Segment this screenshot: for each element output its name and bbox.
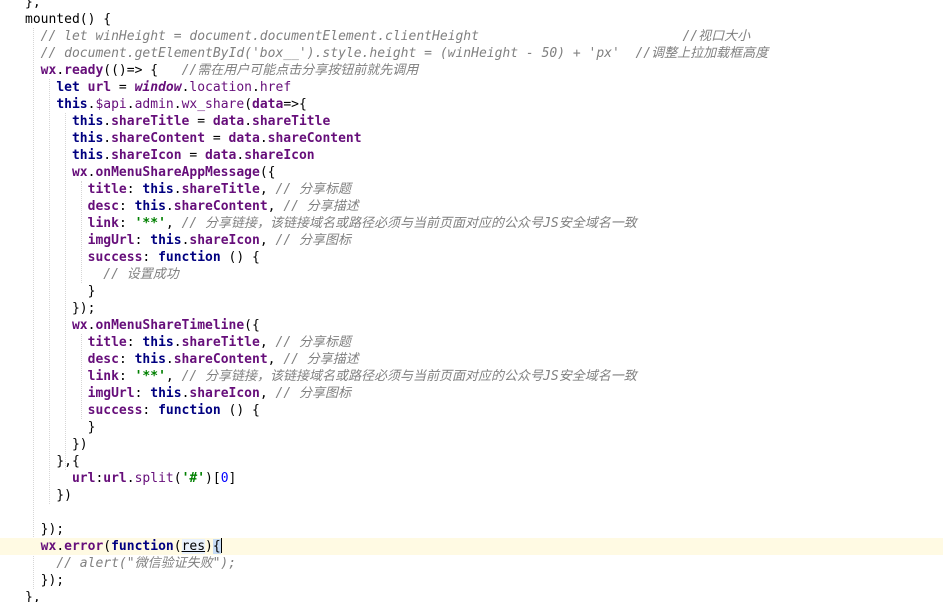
code-line: // let winHeight = document.documentElem… — [40, 29, 751, 44]
code-line: }); — [25, 522, 65, 537]
code-line: }) — [25, 488, 72, 503]
code-line: desc: this.shareContent, // 分享描述 — [87, 199, 359, 214]
code-line: // 设置成功 — [103, 267, 179, 282]
code-line: }) — [25, 437, 88, 452]
code-line: // alert("微信验证失败"); — [56, 556, 237, 571]
code-line: wx.onMenuShareTimeline({ — [71, 318, 260, 333]
code-line: let url = window.location.href — [56, 80, 292, 95]
code-line: this.$api.admin.wx_share(data=>{ — [56, 97, 307, 112]
code-line: success: function () { — [87, 403, 260, 418]
text-caret — [220, 538, 222, 553]
code-line: },{ — [25, 454, 80, 469]
code-line: this.shareIcon = data.shareIcon — [71, 148, 315, 163]
code-line: title: this.shareTitle, // 分享标题 — [87, 335, 351, 350]
screenshot-root: }, mounted() { // let winHeight = documen… — [0, 0, 943, 602]
code-line: wx.ready(()=> { //需在用户可能点击分享按钮前就先调用 — [40, 63, 419, 78]
code-line: success: function () { — [87, 250, 260, 265]
code-line: imgUrl: this.shareIcon, // 分享图标 — [87, 233, 351, 248]
code-line: }, — [25, 0, 41, 10]
code-line: title: this.shareTitle, // 分享标题 — [87, 182, 351, 197]
code-line: wx.error(function(res){ — [0, 538, 943, 555]
code-line: link: '**', // 分享链接，该链接域名或路径必须与当前页面对应的公众… — [87, 216, 637, 231]
code-line: }); — [25, 301, 96, 316]
code-line: }); — [25, 573, 65, 588]
code-line: }, — [25, 590, 41, 602]
code-line: imgUrl: this.shareIcon, // 分享图标 — [87, 386, 351, 401]
code-line: this.shareTitle = data.shareTitle — [71, 114, 331, 129]
code-line: // document.getElementById('box__').styl… — [40, 46, 769, 61]
code-line: link: '**', // 分享链接，该链接域名或路径必须与当前页面对应的公众… — [87, 369, 637, 384]
code-line: } — [25, 420, 96, 435]
code-line: url:url.split('#')[0] — [71, 471, 237, 486]
code-line: desc: this.shareContent, // 分享描述 — [87, 352, 359, 367]
code-editor[interactable]: }, mounted() { // let winHeight = documen… — [0, 0, 943, 602]
code-line: } — [25, 284, 96, 299]
code-line: wx.onMenuShareAppMessage({ — [71, 165, 276, 180]
code-line: this.shareContent = data.shareContent — [71, 131, 362, 146]
code-line: mounted() { — [25, 12, 112, 27]
